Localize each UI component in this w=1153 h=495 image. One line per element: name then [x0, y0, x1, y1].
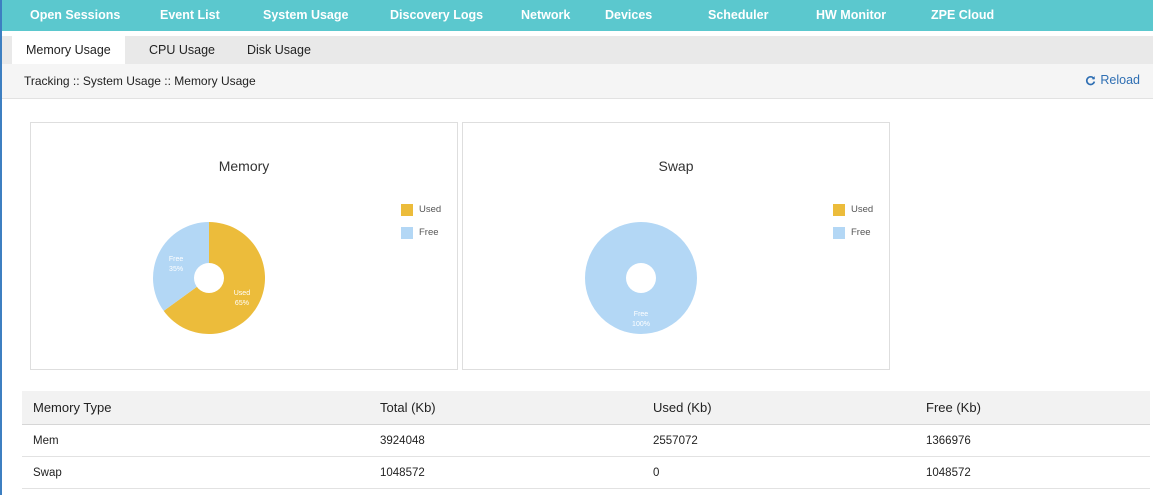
legend-item-free[interactable]: Free	[401, 226, 441, 239]
legend-item-used[interactable]: Used	[833, 203, 873, 216]
reload-icon	[1086, 75, 1096, 85]
table-row: Swap 1048572 0 1048572	[22, 456, 1150, 489]
column-header-memory-type[interactable]: Memory Type	[22, 391, 369, 425]
sub-nav: Memory Usage CPU Usage Disk Usage	[2, 36, 1153, 64]
pie-label-free-value: 35%	[169, 266, 183, 273]
breadcrumb: Tracking :: System Usage :: Memory Usage	[24, 74, 256, 88]
nav-network[interactable]: Network	[521, 8, 570, 22]
legend-swatch-free	[401, 226, 413, 239]
breadcrumb-bar: Tracking :: System Usage :: Memory Usage…	[2, 64, 1153, 99]
tab-cpu-usage[interactable]: CPU Usage	[135, 36, 229, 64]
memory-chart-panel: Memory Used 65% Free 35% Used Free	[30, 122, 458, 370]
column-header-free[interactable]: Free (Kb)	[915, 391, 1150, 425]
nav-event-list[interactable]: Event List	[160, 8, 220, 22]
donut-hole	[626, 263, 656, 293]
table-header-row: Memory Type Total (Kb) Used (Kb) Free (K…	[22, 391, 1150, 425]
table-cell: 1048572	[915, 456, 1150, 489]
donut-hole	[194, 263, 224, 293]
nav-devices[interactable]: Devices	[605, 8, 652, 22]
legend-label-free: Free	[419, 227, 439, 238]
swap-chart-panel: Swap Free 100% Used Free	[462, 122, 890, 370]
table-cell: 0	[642, 456, 915, 489]
column-header-total[interactable]: Total (Kb)	[369, 391, 642, 425]
nav-discovery-logs[interactable]: Discovery Logs	[390, 8, 483, 22]
nav-zpe-cloud[interactable]: ZPE Cloud	[931, 8, 994, 22]
nav-scheduler[interactable]: Scheduler	[708, 8, 768, 22]
legend-swatch-used	[833, 203, 845, 216]
legend-item-free[interactable]: Free	[833, 226, 873, 239]
column-header-used[interactable]: Used (Kb)	[642, 391, 915, 425]
legend-label-used: Used	[419, 204, 442, 215]
reload-button[interactable]: Reload	[1085, 73, 1140, 87]
table-cell: 1366976	[915, 424, 1150, 457]
pie-label-free-name: Free	[634, 311, 649, 318]
table-cell: 1048572	[369, 456, 642, 489]
top-nav: Open Sessions Event List System Usage Di…	[2, 0, 1153, 31]
table-cell: 3924048	[369, 424, 642, 457]
pie-label-free-name: Free	[169, 256, 184, 263]
memory-table: Memory Type Total (Kb) Used (Kb) Free (K…	[22, 391, 1150, 489]
nav-hw-monitor[interactable]: HW Monitor	[816, 8, 886, 22]
nav-open-sessions[interactable]: Open Sessions	[30, 8, 120, 22]
swap-legend: Used Free	[833, 203, 873, 249]
table-row: Mem 3924048 2557072 1366976	[22, 424, 1150, 457]
table-cell: 2557072	[642, 424, 915, 457]
table-cell: Mem	[22, 424, 369, 457]
memory-legend: Used Free	[401, 203, 441, 249]
table-cell: Swap	[22, 456, 369, 489]
legend-label-used: Used	[851, 204, 874, 215]
reload-label: Reload	[1100, 73, 1140, 87]
legend-label-free: Free	[851, 227, 871, 238]
tab-memory-usage[interactable]: Memory Usage	[12, 36, 125, 64]
app-window: Open Sessions Event List System Usage Di…	[0, 0, 1153, 495]
memory-pie-chart: Used 65% Free 35%	[153, 222, 265, 334]
legend-swatch-free	[833, 226, 845, 239]
tab-disk-usage[interactable]: Disk Usage	[233, 36, 325, 64]
pie-label-free-value: 100%	[632, 321, 650, 328]
pie-label-used-value: 65%	[235, 300, 249, 307]
nav-system-usage[interactable]: System Usage	[263, 8, 348, 22]
legend-item-used[interactable]: Used	[401, 203, 441, 216]
legend-swatch-used	[401, 203, 413, 216]
pie-label-used-name: Used	[234, 290, 250, 297]
swap-pie-chart: Free 100%	[585, 222, 697, 334]
